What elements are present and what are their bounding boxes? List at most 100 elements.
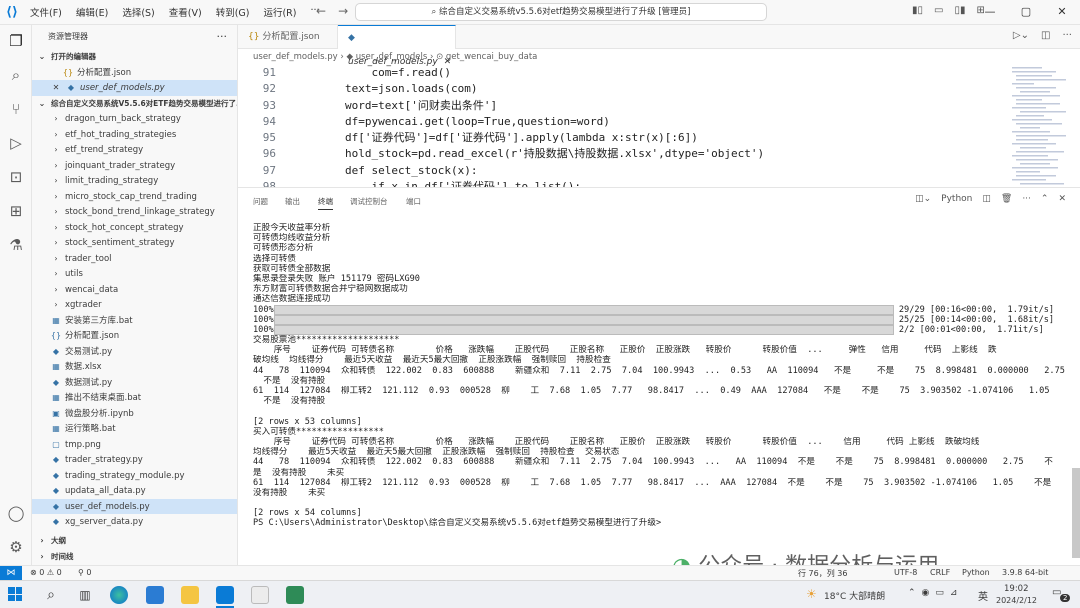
terminal-app-icon[interactable] — [286, 586, 304, 604]
tree-file[interactable]: ◆ user_def_models.py — [32, 498, 237, 514]
tray-icons[interactable]: ⌃◉▭⊿ — [908, 588, 963, 598]
interpreter[interactable]: 3.9.8 64-bit — [1002, 568, 1048, 577]
tree-file[interactable]: ▦ 运行策略.bat — [32, 421, 237, 437]
settings-gear-icon[interactable]: ⚙ — [6, 537, 26, 557]
tree-file[interactable]: ▦ 安装第三方库.bat — [32, 313, 237, 329]
tree-file[interactable]: ◆ 交易测试.py — [32, 344, 237, 360]
tree-file[interactable]: ▢ tmp.png — [32, 437, 237, 453]
tab-problems[interactable]: 问题 — [253, 196, 268, 207]
back-icon[interactable]: ← — [316, 4, 338, 18]
account-icon[interactable]: ◯ — [6, 503, 26, 523]
clock-time[interactable]: 19:02 — [1004, 584, 1029, 594]
windows-start-icon[interactable] — [8, 587, 22, 601]
open-editor-item[interactable]: ✕ ◆ user_def_models.py — [32, 80, 237, 96]
timeline-section[interactable]: › 时间线 — [32, 549, 238, 565]
file-explorer-icon[interactable] — [181, 586, 199, 604]
tab-terminal[interactable]: 终端 — [318, 196, 333, 210]
clock-date[interactable]: 2024/2/12 — [996, 596, 1037, 605]
tree-file[interactable]: ▦ 推出不结束桌面.bat — [32, 390, 237, 406]
run-debug-icon[interactable]: ▷ — [6, 133, 26, 153]
encoding[interactable]: UTF-8 — [894, 568, 917, 577]
tree-folder[interactable]: › trader_tool — [32, 251, 237, 267]
problems-count[interactable]: ⊗ 0 ⚠ 0 — [30, 568, 62, 577]
menu-run[interactable]: 运行(R) — [263, 5, 296, 19]
tree-file[interactable]: ◆ 数据测试.py — [32, 375, 237, 391]
close-icon[interactable]: ✕ — [1044, 0, 1080, 25]
code-editor[interactable]: 91 com=f.read() 92 text=json.loads(com) 93 w… — [238, 65, 1080, 187]
run-icon[interactable]: ▷⌄ — [1013, 30, 1029, 41]
tree-folder[interactable]: › utils — [32, 266, 237, 282]
edge-browser-icon[interactable] — [110, 586, 128, 604]
tree-folder[interactable]: › joinquant_trader_strategy — [32, 158, 237, 174]
toggle-sidebar-icon[interactable]: ▮▯ — [912, 5, 923, 16]
tab-output[interactable]: 输出 — [285, 196, 300, 207]
tree-file[interactable]: {} 分析配置.json — [32, 328, 237, 344]
explorer-icon[interactable]: ❐ — [6, 31, 26, 51]
more-actions-icon[interactable]: ··· — [1062, 30, 1072, 41]
extensions-icon[interactable]: ⊞ — [6, 201, 26, 221]
tree-folder[interactable]: › etf_hot_trading_strategies — [32, 127, 237, 143]
tree-folder[interactable]: › stock_bond_trend_linkage_strategy — [32, 204, 237, 220]
tree-folder[interactable]: › limit_trading_strategy — [32, 173, 237, 189]
menu-go[interactable]: 转到(G) — [216, 5, 250, 19]
ports-count[interactable]: ⚲ 0 — [78, 568, 92, 577]
toggle-panel-icon[interactable]: ▭ — [934, 5, 943, 16]
search-icon[interactable]: ⌕ — [6, 65, 26, 85]
menu-selection[interactable]: 选择(S) — [122, 5, 154, 19]
task-view-icon[interactable]: ▥ — [76, 586, 94, 604]
weather-text[interactable]: 18°C 大部晴朗 — [824, 589, 885, 602]
more-actions-icon[interactable]: ··· — [1022, 194, 1031, 204]
outline-section[interactable]: › 大纲 — [32, 533, 238, 549]
tree-file[interactable]: ▣ 微盘股分析.ipynb — [32, 406, 237, 422]
tree-folder[interactable]: › micro_stock_cap_trend_trading — [32, 189, 237, 205]
taskbar-search-icon[interactable]: ⌕ — [42, 586, 60, 604]
open-editors-header[interactable]: ⌄ 打开的编辑器 — [32, 49, 237, 65]
store-icon[interactable] — [251, 586, 269, 604]
split-editor-icon[interactable]: ◫ — [1041, 30, 1050, 41]
ime-indicator[interactable]: 英 — [978, 588, 988, 603]
tree-file[interactable]: ◆ updata_all_data.py — [32, 483, 237, 499]
tree-file[interactable]: ▦ 数据.xlsx — [32, 359, 237, 375]
toggle-secondary-icon[interactable]: ▯▮ — [954, 5, 965, 16]
terminal-output[interactable]: 正股今天收益率分析 可转债均线收益分析 可转债形态分析 选择可转债 获取可转债全部数据集… — [253, 223, 1068, 529]
terminal-layout-icon[interactable]: ◫⌄ — [915, 194, 931, 204]
terminal-shell-label[interactable]: Python — [941, 194, 972, 204]
menu-view[interactable]: 查看(V) — [169, 5, 202, 19]
tab-debug-console[interactable]: 调试控制台 — [350, 196, 388, 207]
eol[interactable]: CRLF — [930, 568, 950, 577]
command-center[interactable]: ⌕ 综合自定义交易系统v5.5.6对etf趋势交易模型进行了升级 [管理员] — [355, 3, 767, 21]
minimap[interactable] — [1012, 65, 1066, 187]
tab-analysis-config[interactable]: {} 分析配置.json — [238, 25, 338, 49]
tree-file[interactable]: ◆ trading_strategy_module.py — [32, 468, 237, 484]
trash-icon[interactable]: 🗑 — [1001, 194, 1012, 204]
more-actions-icon[interactable]: ··· — [217, 25, 228, 49]
tree-folder[interactable]: › dragon_turn_back_strategy — [32, 111, 237, 127]
workspace-root[interactable]: ⌄ 综合自定义交易系统V5.5.6对ETF趋势交易模型进行了... — [32, 96, 237, 112]
cursor-position[interactable]: 行 76，列 36 — [798, 568, 847, 579]
menu-file[interactable]: 文件(F) — [30, 5, 62, 19]
open-editor-item[interactable]: {} 分析配置.json — [32, 65, 237, 81]
tree-folder[interactable]: › xgtrader — [32, 297, 237, 313]
close-panel-icon[interactable]: ✕ — [1058, 194, 1066, 204]
terminal-scrollbar[interactable] — [1072, 468, 1080, 558]
tree-folder[interactable]: › wencai_data — [32, 282, 237, 298]
remote-indicator-icon[interactable]: ⋈ — [0, 566, 22, 580]
tree-file[interactable]: ◆ xg_server_data.py — [32, 514, 237, 530]
tab-ports[interactable]: 端口 — [406, 196, 421, 207]
minimize-icon[interactable]: — — [972, 0, 1008, 25]
tree-file[interactable]: ◆ trader_strategy.py — [32, 452, 237, 468]
source-control-icon[interactable]: ⑂ — [6, 99, 26, 119]
menu-edit[interactable]: 编辑(E) — [76, 5, 108, 19]
tab-user-def-models[interactable]: ◆ user_def_models.py ✕ — [338, 25, 456, 67]
tree-folder[interactable]: › stock_hot_concept_strategy — [32, 220, 237, 236]
split-terminal-icon[interactable]: ◫ — [982, 194, 991, 204]
close-icon[interactable]: ✕ — [50, 80, 62, 96]
vscode-taskbar-icon[interactable] — [216, 586, 234, 604]
language-mode[interactable]: Python — [962, 568, 990, 577]
maximize-panel-icon[interactable]: ⌃ — [1041, 194, 1049, 204]
remote-explorer-icon[interactable]: ⊡ — [6, 167, 26, 187]
tree-folder[interactable]: › etf_trend_strategy — [32, 142, 237, 158]
maximize-icon[interactable]: ▢ — [1008, 0, 1044, 25]
mail-icon[interactable] — [146, 586, 164, 604]
tree-folder[interactable]: › stock_sentiment_strategy — [32, 235, 237, 251]
